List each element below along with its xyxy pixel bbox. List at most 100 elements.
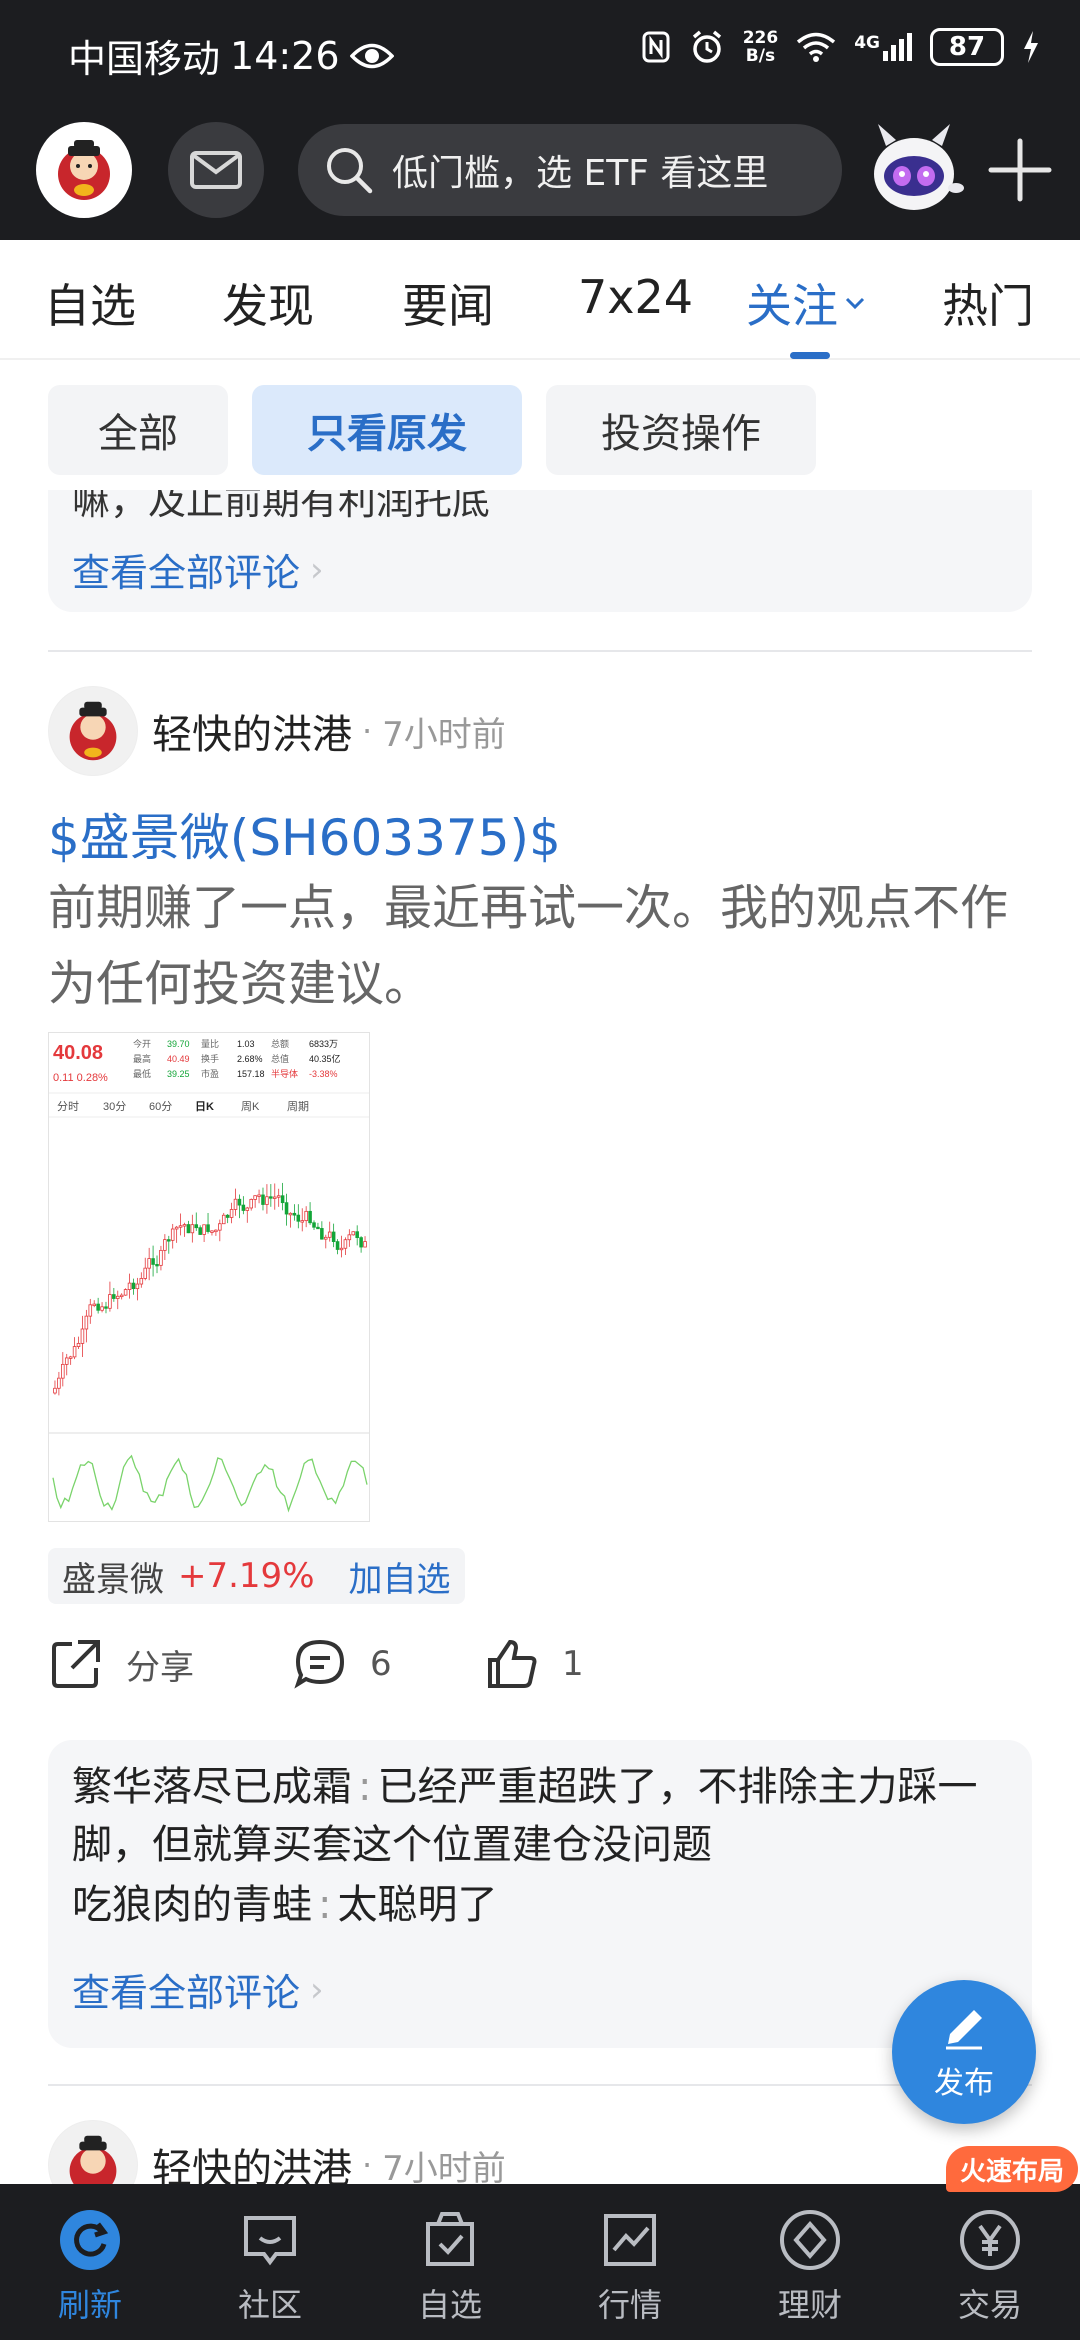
kline-candle bbox=[331, 1231, 336, 1243]
kline-candle bbox=[288, 1212, 293, 1216]
kline-candle bbox=[245, 1207, 250, 1211]
avatar-image bbox=[58, 140, 110, 200]
post-body: 前期赚了一点，最近再试一次。我的观点不作为任何投资建议。 bbox=[48, 880, 1009, 1012]
nav-wealth[interactable]: 理财 bbox=[740, 2208, 880, 2326]
kline-period-tab: 周K bbox=[241, 1100, 260, 1113]
eye-icon bbox=[349, 43, 394, 68]
stock-name: 盛景微 bbox=[62, 1559, 164, 1600]
kline-candle bbox=[284, 1202, 289, 1215]
kline-candle bbox=[300, 1220, 305, 1223]
nav-market[interactable]: 行情 bbox=[560, 2208, 700, 2326]
kline-candle bbox=[155, 1264, 159, 1267]
chip-all[interactable]: 全部 bbox=[48, 385, 228, 475]
search-bar[interactable]: 低门槛，选 ETF 看这里 bbox=[298, 124, 842, 216]
user-avatar[interactable] bbox=[36, 122, 132, 218]
kline-candle bbox=[147, 1258, 151, 1269]
kline-stat-text: 1.03 bbox=[237, 1039, 255, 1049]
battery-indicator: 87 bbox=[930, 28, 1004, 66]
kline-period-tab: 分时 bbox=[57, 1100, 79, 1113]
kline-period-tab: 60分 bbox=[149, 1100, 172, 1113]
nav-community[interactable]: 社区 bbox=[200, 2208, 340, 2326]
nav-watchlist[interactable]: 自选 bbox=[380, 2208, 520, 2326]
add-to-watchlist-button[interactable]: 加自选 bbox=[349, 1552, 451, 1601]
kline-candle bbox=[57, 1377, 61, 1389]
status-bar: 中国移动 14:26 226 B/s 4G 87 bbox=[0, 0, 1080, 100]
filter-chips: 全部 只看原发 投资操作 bbox=[0, 360, 1080, 490]
kline-candle bbox=[276, 1195, 281, 1198]
comment-text: 太聪明了 bbox=[337, 1882, 498, 1928]
kline-stat-text: 157.18 bbox=[237, 1069, 265, 1079]
ai-assistant-robot-icon[interactable] bbox=[862, 118, 966, 222]
kline-candle bbox=[249, 1199, 253, 1209]
message-button[interactable] bbox=[168, 122, 264, 218]
kline-candle bbox=[292, 1212, 297, 1216]
kline-period-tab: 30分 bbox=[103, 1100, 126, 1113]
kline-candle bbox=[92, 1303, 96, 1306]
kline-screenshot: 40.08 0.11 0.28% 今开 39.70 量比 1.03 总额 6833万最高 4… bbox=[49, 1033, 369, 1521]
post-image-kline-chart[interactable]: 40.08 0.11 0.28% 今开 39.70 量比 1.03 总额 6833万 最高 4… bbox=[48, 1032, 370, 1522]
promo-badge[interactable]: 火速布局 bbox=[946, 2146, 1079, 2192]
kline-candle bbox=[206, 1224, 210, 1232]
kline-candle bbox=[135, 1283, 140, 1290]
tab-news[interactable]: 要闻 bbox=[402, 270, 494, 336]
nav-trade[interactable]: 交易 bbox=[920, 2208, 1060, 2326]
kline-candle bbox=[68, 1356, 73, 1359]
chip-original-only[interactable]: 只看原发 bbox=[252, 385, 522, 475]
kline-candle bbox=[280, 1195, 285, 1204]
charging-icon bbox=[1024, 31, 1038, 63]
post-divider bbox=[48, 2084, 1032, 2086]
tab-hot[interactable]: 热门 bbox=[942, 270, 1034, 336]
kline-candle bbox=[151, 1258, 155, 1265]
share-button[interactable]: 分享 bbox=[48, 1636, 194, 1692]
clock: 14:26 bbox=[230, 33, 340, 78]
comment-button[interactable]: 6 bbox=[292, 1636, 392, 1692]
comment-user[interactable]: 吃狼肉的青蛙 bbox=[72, 1882, 312, 1928]
stock-quote-pill[interactable]: 盛景微 +7.19% 加自选 bbox=[48, 1548, 465, 1604]
post-actions: 分享 6 1 bbox=[48, 1636, 1032, 1706]
kline-candle bbox=[253, 1195, 257, 1200]
tab-7x24[interactable]: 7x24 bbox=[578, 270, 693, 324]
author-avatar[interactable] bbox=[48, 686, 138, 776]
kline-candle bbox=[265, 1196, 269, 1205]
kline-candle bbox=[351, 1231, 356, 1236]
add-plus-icon[interactable] bbox=[985, 135, 1055, 205]
stock-tag-link[interactable]: $盛景微(SH603375)$ bbox=[48, 798, 561, 870]
kline-stat-text: 39.25 bbox=[167, 1069, 190, 1079]
publish-button[interactable]: 发布 bbox=[892, 1980, 1036, 2124]
view-all-comments-link[interactable]: 查看全部评论 › bbox=[72, 542, 324, 597]
kline-candle bbox=[131, 1282, 136, 1290]
post-divider bbox=[48, 650, 1032, 652]
post-header: 轻快的洪港 · 7小时前 bbox=[48, 686, 506, 776]
kline-candle bbox=[308, 1210, 312, 1224]
kline-candle bbox=[261, 1194, 265, 1205]
kline-candle bbox=[335, 1241, 340, 1250]
channel-tabs: 自选 发现 要闻 7x24 关注 热门 bbox=[0, 240, 1080, 360]
post-time: 7小时前 bbox=[382, 714, 506, 755]
top-bar: 中国移动 14:26 226 B/s 4G 87 低门槛，选 ETF 看这里 bbox=[0, 0, 1080, 240]
kline-stat-text: 39.70 bbox=[167, 1039, 190, 1049]
app-header: 低门槛，选 ETF 看这里 bbox=[0, 120, 1080, 220]
kline-candle bbox=[104, 1306, 108, 1309]
kline-candle bbox=[88, 1304, 93, 1317]
kline-candle bbox=[324, 1236, 328, 1240]
kline-candle bbox=[347, 1234, 352, 1241]
kline-stat-text: 总值 bbox=[271, 1053, 289, 1064]
nav-refresh[interactable]: 刷新 bbox=[20, 2208, 160, 2326]
svg-text:40.08: 40.08 bbox=[53, 1042, 103, 1064]
kline-candle bbox=[343, 1239, 348, 1249]
like-button[interactable]: 1 bbox=[484, 1636, 584, 1692]
alarm-icon bbox=[692, 30, 721, 63]
kline-stat-text: 量比 bbox=[201, 1038, 219, 1049]
kline-candle bbox=[316, 1226, 320, 1230]
yen-icon bbox=[960, 2210, 1020, 2270]
kline-candle bbox=[214, 1229, 218, 1233]
view-all-comments-link[interactable]: 查看全部评论 › bbox=[72, 1962, 324, 2017]
tab-watchlist[interactable]: 自选 bbox=[44, 270, 136, 336]
comment-user[interactable]: 繁华落尽已成霜 bbox=[72, 1764, 352, 1810]
thumbs-up-icon bbox=[488, 1639, 537, 1688]
tab-following[interactable]: 关注 bbox=[746, 270, 866, 336]
tab-discover[interactable]: 发现 bbox=[222, 270, 314, 336]
kline-candle bbox=[272, 1196, 277, 1199]
post-author[interactable]: 轻快的洪港 bbox=[152, 702, 352, 760]
chip-investment-ops[interactable]: 投资操作 bbox=[546, 385, 816, 475]
